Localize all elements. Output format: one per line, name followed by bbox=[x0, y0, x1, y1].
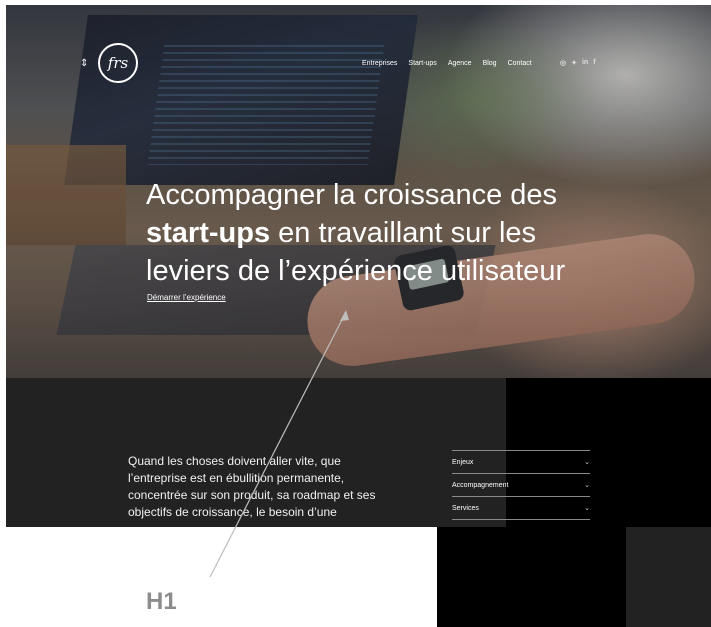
annotation-arrowhead bbox=[340, 310, 349, 321]
h1-annotation-label: H1 bbox=[146, 588, 177, 615]
annotation-layer bbox=[209, 310, 349, 578]
annotation-pointer-line bbox=[209, 311, 347, 578]
